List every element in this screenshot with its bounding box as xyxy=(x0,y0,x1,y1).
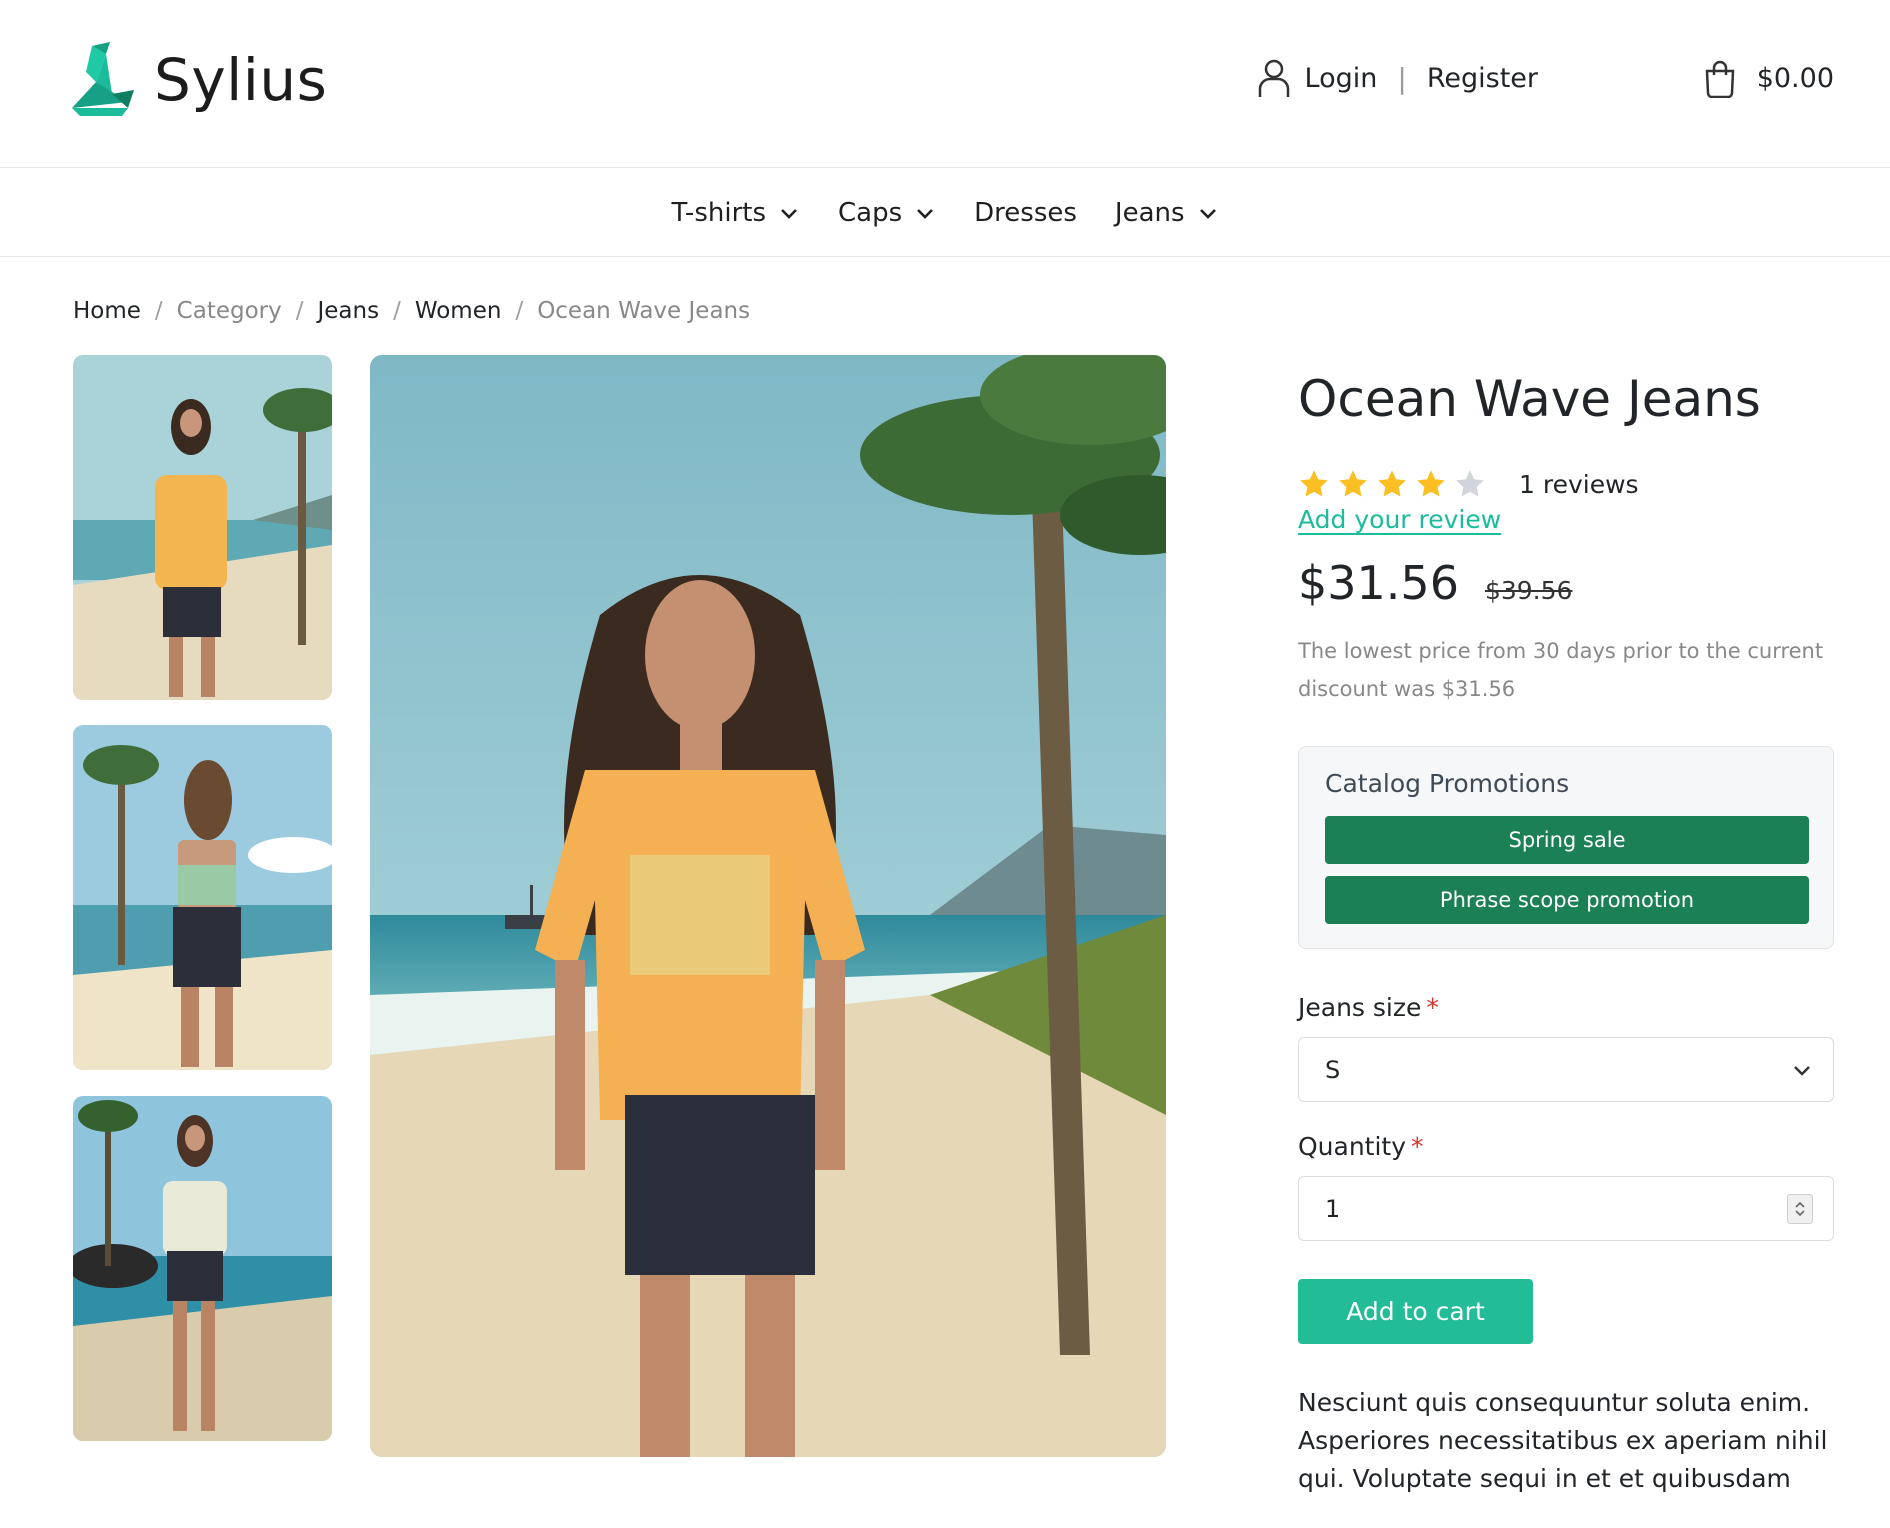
nav-item-t-shirts[interactable]: T-shirts xyxy=(671,198,800,228)
breadcrumb-separator: / xyxy=(154,298,163,324)
account-separator: | xyxy=(1397,61,1407,95)
nav-item-label: Dresses xyxy=(974,197,1077,228)
beach-photo-thumbnail xyxy=(73,725,332,1070)
star-rating xyxy=(1298,468,1493,500)
chevron-down-icon xyxy=(917,208,934,219)
breadcrumb-separator: / xyxy=(393,298,401,324)
site-header: Sylius Login | Register $0.00 xyxy=(0,0,1890,168)
original-price: $39.56 xyxy=(1484,576,1573,605)
star-empty-icon xyxy=(1456,470,1484,497)
promotion-badge: Phrase scope promotion xyxy=(1325,876,1809,924)
product-info-panel: Ocean Wave Jeans 1 reviews Add your revi… xyxy=(1298,355,1834,1498)
register-link[interactable]: Register xyxy=(1427,63,1538,94)
add-to-cart-button[interactable]: Add to cart xyxy=(1298,1279,1533,1344)
breadcrumb-women[interactable]: Women xyxy=(415,298,502,324)
size-select-value: S xyxy=(1325,1055,1341,1084)
quantity-stepper[interactable] xyxy=(1787,1193,1813,1224)
rating-row: 1 reviews xyxy=(1298,465,1834,503)
stepper-down-icon[interactable] xyxy=(1793,1209,1807,1219)
breadcrumb-category: Category xyxy=(176,298,282,324)
cart-button[interactable]: $0.00 xyxy=(1703,58,1834,98)
breadcrumb-current: Ocean Wave Jeans xyxy=(537,298,751,324)
account-links: Login | Register xyxy=(1257,58,1538,98)
category-nav: T-shirts Caps Dresses Jeans xyxy=(0,169,1890,257)
quantity-value: 1 xyxy=(1325,1194,1341,1223)
reviews-count: 1 reviews xyxy=(1519,469,1639,499)
product-title: Ocean Wave Jeans xyxy=(1298,370,1761,428)
brand-logo[interactable]: Sylius xyxy=(72,42,327,118)
lowest-price-note: The lowest price from 30 days prior to t… xyxy=(1298,639,1824,701)
chevron-down-icon xyxy=(1199,208,1216,219)
brand-name: Sylius xyxy=(154,46,328,114)
price-row: $31.56 $39.56 xyxy=(1298,556,1834,610)
product-thumbnail-back[interactable] xyxy=(73,725,332,1070)
catalog-promotions: Catalog Promotions Spring sale Phrase sc… xyxy=(1298,746,1834,949)
current-price: $31.56 xyxy=(1298,556,1459,610)
promotions-title: Catalog Promotions xyxy=(1325,769,1570,798)
star-filled-icon xyxy=(1378,470,1406,497)
product-thumbnail-front[interactable] xyxy=(73,355,332,700)
nav-item-label: Jeans xyxy=(1114,197,1185,228)
product-thumbnail-walking[interactable] xyxy=(73,1096,332,1441)
beach-photo-thumbnail xyxy=(73,355,332,700)
beach-photo-thumbnail xyxy=(73,1096,332,1441)
nav-item-label: Caps xyxy=(838,197,903,228)
size-label-text: Jeans size xyxy=(1298,993,1422,1022)
breadcrumb-separator: / xyxy=(295,298,304,324)
chevron-down-icon xyxy=(1794,1065,1810,1076)
quantity-input[interactable]: 1 xyxy=(1298,1176,1834,1241)
star-filled-icon xyxy=(1339,470,1367,497)
chevron-down-icon xyxy=(781,208,797,219)
stepper-up-icon[interactable] xyxy=(1793,1199,1807,1209)
quantity-label: Quantity * xyxy=(1298,1132,1834,1161)
breadcrumb: Home / Category / Jeans / Women / Ocean … xyxy=(73,298,750,324)
add-review-link[interactable]: Add your review xyxy=(1298,505,1501,534)
product-description: Nesciunt quis consequuntur soluta enim. … xyxy=(1298,1388,1828,1493)
nav-item-label: T-shirts xyxy=(671,197,766,228)
swan-logo-icon xyxy=(72,42,134,116)
required-mark: * xyxy=(1426,993,1439,1022)
nav-item-caps[interactable]: Caps xyxy=(838,198,936,228)
nav-item-jeans[interactable]: Jeans xyxy=(1115,198,1219,228)
nav-item-dresses[interactable]: Dresses xyxy=(974,198,1077,228)
shopping-bag-icon xyxy=(1705,60,1735,98)
star-filled-icon xyxy=(1300,470,1328,497)
beach-photo-main xyxy=(370,355,1166,1457)
star-filled-icon xyxy=(1417,470,1445,497)
cart-total: $0.00 xyxy=(1756,62,1834,94)
required-mark: * xyxy=(1411,1132,1424,1161)
promotion-badge: Spring sale xyxy=(1325,816,1809,864)
breadcrumb-jeans[interactable]: Jeans xyxy=(317,298,379,324)
size-select[interactable]: S xyxy=(1298,1037,1834,1102)
size-label: Jeans size * xyxy=(1298,993,1834,1022)
user-icon xyxy=(1258,59,1289,97)
quantity-label-text: Quantity xyxy=(1298,1132,1407,1161)
breadcrumb-separator: / xyxy=(515,298,524,324)
product-main-image[interactable] xyxy=(370,355,1166,1457)
login-link[interactable]: Login xyxy=(1305,63,1378,94)
breadcrumb-home[interactable]: Home xyxy=(73,298,141,324)
